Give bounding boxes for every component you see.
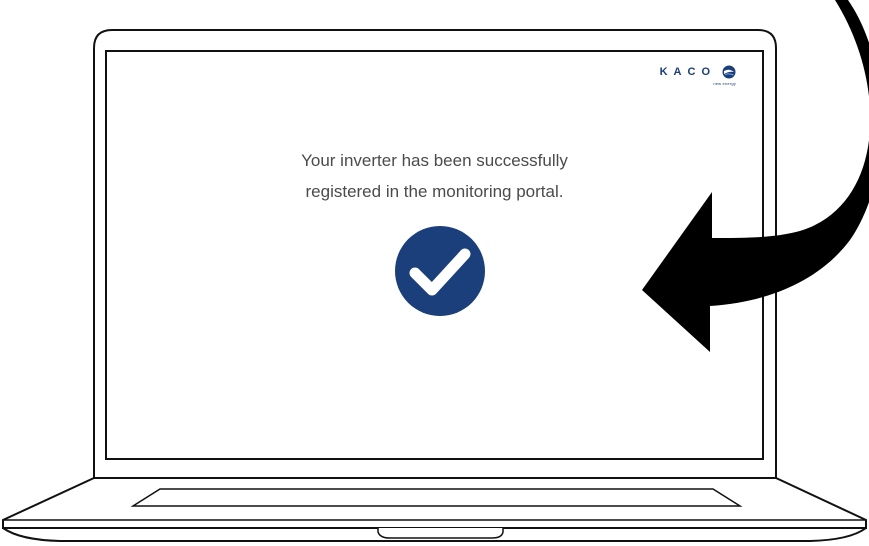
curved-arrow-icon — [642, 0, 869, 352]
laptop-illustration: KACO new energy Your inverter has been s… — [0, 0, 869, 546]
